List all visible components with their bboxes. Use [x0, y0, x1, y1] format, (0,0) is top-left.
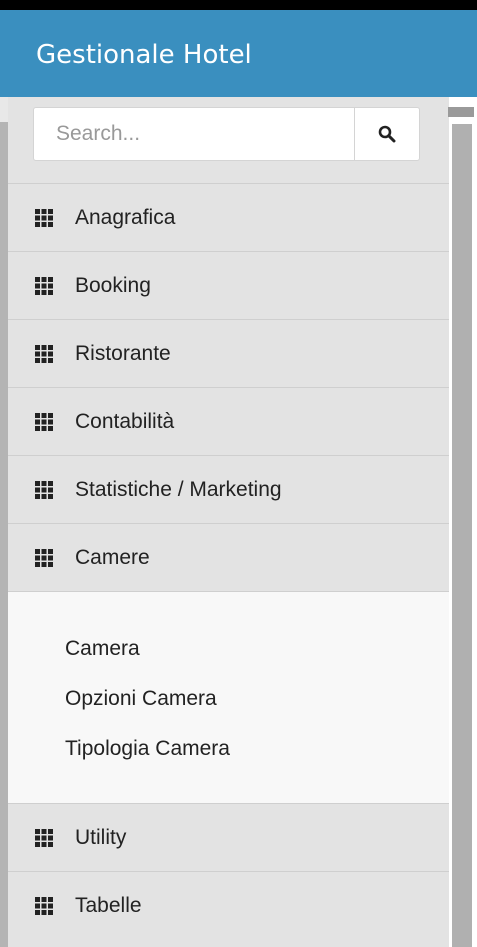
sidebar-item-label: Statistiche / Marketing: [75, 477, 282, 501]
search-box: [33, 107, 420, 161]
sidebar-item-statistiche-marketing[interactable]: Statistiche / Marketing: [8, 455, 449, 523]
grid-icon: [35, 828, 53, 847]
sidebar-item-label: Anagrafica: [75, 205, 176, 229]
sidebar-item-tabelle[interactable]: Tabelle: [8, 871, 449, 939]
grid-icon: [35, 208, 53, 227]
top-edge-bar: [0, 0, 477, 10]
camere-submenu: Camera Opzioni Camera Tipologia Camera: [8, 591, 449, 803]
sidebar-item-label: Booking: [75, 273, 151, 297]
sidebar-item-utility[interactable]: Utility: [8, 803, 449, 871]
sidebar-item-label: Tabelle: [75, 893, 142, 917]
submenu-item-opzioni-camera[interactable]: Opzioni Camera: [8, 685, 449, 735]
submenu-item-camera[interactable]: Camera: [8, 635, 449, 685]
sidebar-item-anagrafica[interactable]: Anagrafica: [8, 183, 449, 251]
sidebar-item-ristorante[interactable]: Ristorante: [8, 319, 449, 387]
left-edge-strip: [0, 122, 8, 947]
grid-icon: [35, 412, 53, 431]
sidebar-item-label: Contabilità: [75, 409, 175, 433]
grid-icon: [35, 276, 53, 295]
search-button[interactable]: [354, 108, 419, 160]
sidebar-item-label: Ristorante: [75, 341, 171, 365]
submenu-item-tipologia-camera[interactable]: Tipologia Camera: [8, 735, 449, 785]
sidebar-item-label: Camere: [75, 545, 150, 569]
grid-icon: [35, 896, 53, 915]
sidebar-item-contabilita[interactable]: Contabilità: [8, 387, 449, 455]
scrollbar-thumb[interactable]: [452, 124, 472, 947]
sidebar-item-booking[interactable]: Booking: [8, 251, 449, 319]
app-header: Gestionale Hotel: [0, 10, 477, 97]
search-input[interactable]: [34, 108, 354, 160]
sidebar: Anagrafica Booking Ristorante Contabilit…: [8, 97, 449, 947]
grid-icon: [35, 480, 53, 499]
app-title: Gestionale Hotel: [36, 40, 252, 70]
scrollbar-up-arrow[interactable]: [448, 107, 474, 117]
grid-icon: [35, 344, 53, 363]
sidebar-item-camere[interactable]: Camere: [8, 523, 449, 591]
sidebar-item-label: Utility: [75, 825, 127, 849]
grid-icon: [35, 548, 53, 567]
search-icon: [378, 125, 396, 143]
sidebar-menu: Anagrafica Booking Ristorante Contabilit…: [8, 183, 449, 939]
